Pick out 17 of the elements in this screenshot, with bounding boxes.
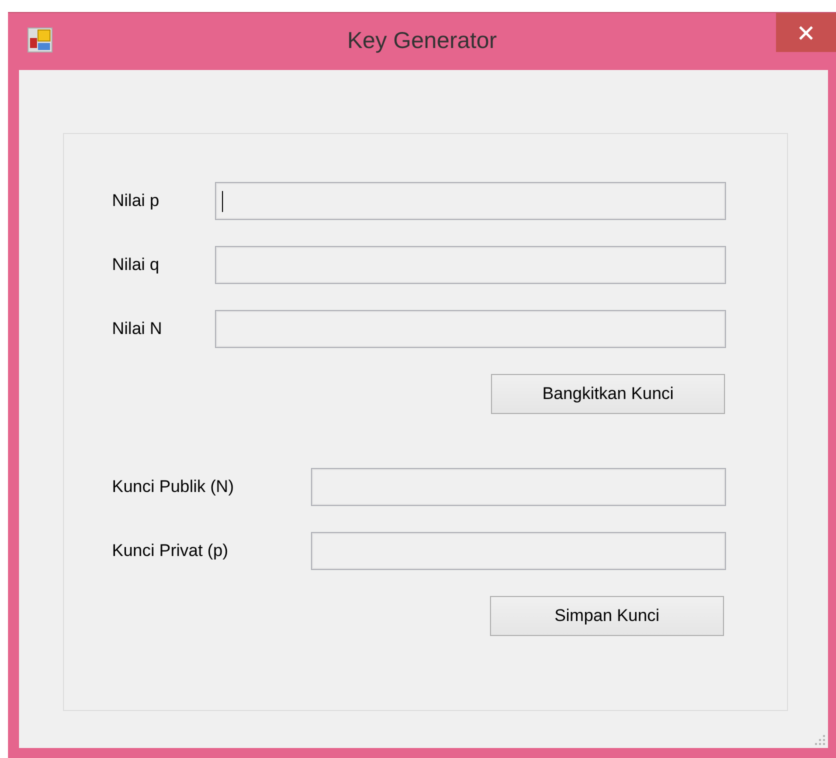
input-field[interactable]: [215, 246, 726, 284]
field-label: Kunci Privat (p): [112, 541, 228, 560]
app-icon: [27, 27, 53, 53]
resize-grip-icon[interactable]: [814, 734, 826, 746]
input-field[interactable]: [215, 310, 726, 348]
field-label: Nilai q: [112, 255, 160, 274]
action-button[interactable]: Bangkitkan Kunci: [491, 374, 725, 414]
input-field[interactable]: [311, 532, 726, 570]
close-icon: [799, 26, 813, 40]
close-button[interactable]: [776, 13, 836, 52]
field-label: Nilai p: [112, 191, 160, 210]
field-label: Nilai N: [112, 319, 162, 338]
input-field[interactable]: [215, 182, 726, 220]
input-field[interactable]: [311, 468, 726, 506]
window-title: Key Generator: [347, 27, 497, 53]
field-label: Kunci Publik (N): [112, 477, 234, 496]
action-button[interactable]: Simpan Kunci: [490, 596, 724, 636]
